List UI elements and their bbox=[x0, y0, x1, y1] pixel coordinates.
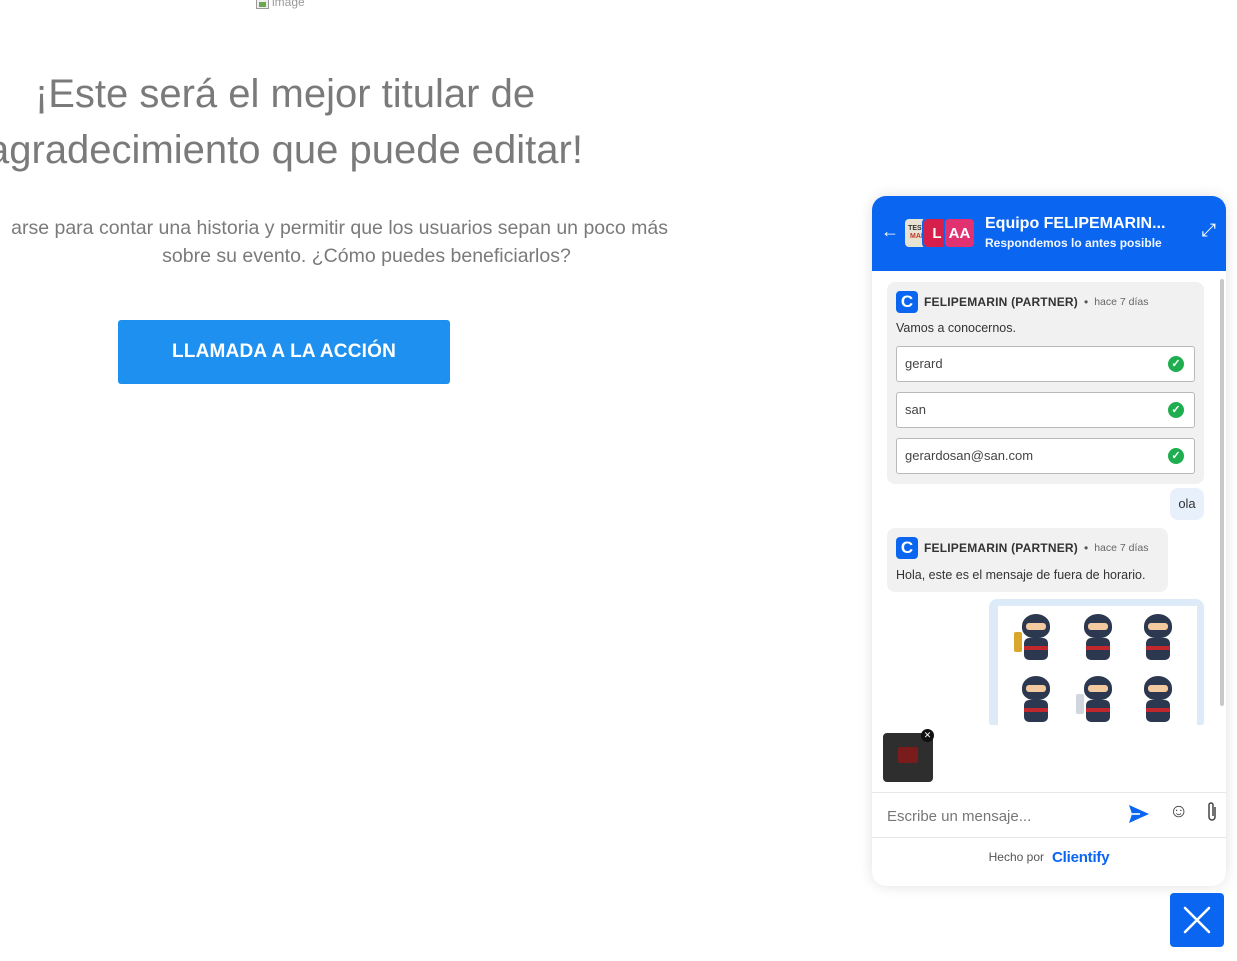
subtext-line-2: sobre su evento. ¿Cómo puedes beneficiar… bbox=[162, 245, 571, 267]
sender-name: FELIPEMARIN (PARTNER) bbox=[924, 295, 1078, 309]
arrow-left-icon[interactable]: ← bbox=[881, 221, 899, 242]
ninja-sticker bbox=[1014, 614, 1058, 666]
chat-subtitle: Respondemos lo antes posible bbox=[985, 236, 1162, 250]
chat-footer: Hecho por Clientify bbox=[872, 837, 1226, 876]
message-composer: ☺ bbox=[872, 792, 1226, 837]
expand-icon[interactable]: ⤢ bbox=[1202, 220, 1216, 241]
smiley-icon[interactable]: ☺ bbox=[1169, 801, 1188, 823]
message-sender: C FELIPEMARIN (PARTNER) • hace 7 días bbox=[896, 291, 1148, 313]
chat-header-text: Equipo FELIPEMARIN... Respondemos lo ant… bbox=[985, 215, 1165, 250]
message-time: hace 7 días bbox=[1094, 542, 1149, 554]
field-value: gerardosan@san.com bbox=[905, 448, 1034, 463]
message-text: Hola, este es el mensaje de fuera de hor… bbox=[896, 568, 1146, 582]
clientify-logo-icon: C bbox=[896, 537, 918, 559]
broken-image-alt: image bbox=[272, 0, 305, 9]
message-list-scrollbar[interactable] bbox=[1220, 279, 1224, 706]
ninja-sticker bbox=[1076, 676, 1120, 725]
chat-header: ← TESTI MAR L AA Equipo FELIPEMARIN... R… bbox=[872, 196, 1226, 271]
subtext-line-1: arse para contar una historia y permitir… bbox=[11, 217, 668, 239]
call-to-action-button[interactable]: LLAMADA A LA ACCIÓN bbox=[118, 320, 450, 384]
message-text: Vamos a conocernos. bbox=[896, 321, 1016, 335]
ninja-sticker bbox=[1136, 614, 1180, 666]
check-circle-icon: ✓ bbox=[1168, 402, 1184, 418]
form-field-email[interactable]: gerardosan@san.com ✓ bbox=[896, 438, 1195, 474]
page-headline: ¡Este será el mejor titular de agradecim… bbox=[0, 72, 583, 172]
send-icon[interactable] bbox=[1127, 800, 1151, 828]
ninja-sticker bbox=[1136, 676, 1180, 725]
agent-message: C FELIPEMARIN (PARTNER) • hace 7 días Ho… bbox=[887, 528, 1168, 592]
clientify-logo-icon: C bbox=[896, 291, 918, 313]
chat-widget: ← TESTI MAR L AA Equipo FELIPEMARIN... R… bbox=[872, 196, 1226, 886]
chat-title: Equipo FELIPEMARIN... bbox=[985, 215, 1166, 232]
avatar: AA bbox=[943, 217, 976, 249]
message-list[interactable]: C FELIPEMARIN (PARTNER) • hace 7 días Va… bbox=[872, 271, 1226, 725]
form-field-last-name[interactable]: san ✓ bbox=[896, 392, 1195, 428]
ninja-sticker bbox=[1014, 676, 1058, 725]
close-chat-button[interactable] bbox=[1170, 893, 1224, 947]
clientify-brand-link[interactable]: Clientify bbox=[1052, 849, 1110, 866]
message-time: hace 7 días bbox=[1094, 296, 1149, 308]
made-by-label: Hecho por bbox=[988, 850, 1044, 864]
agent-message: C FELIPEMARIN (PARTNER) • hace 7 días Va… bbox=[887, 282, 1204, 484]
close-icon bbox=[1183, 906, 1211, 934]
user-message: ola bbox=[1170, 488, 1204, 520]
separator: • bbox=[1083, 295, 1089, 309]
field-value: gerard bbox=[905, 356, 943, 371]
user-image-message[interactable] bbox=[989, 599, 1204, 725]
message-input[interactable] bbox=[885, 801, 1119, 831]
ninja-sticker bbox=[1076, 614, 1120, 666]
page-subtext: arse para contar una historia y permitir… bbox=[0, 214, 668, 270]
check-circle-icon: ✓ bbox=[1168, 448, 1184, 464]
check-circle-icon: ✓ bbox=[1168, 356, 1184, 372]
broken-image: image bbox=[256, 0, 316, 12]
paperclip-icon[interactable] bbox=[1205, 801, 1219, 823]
remove-attachment-icon[interactable]: ✕ bbox=[921, 729, 934, 742]
ninja-stickers-image bbox=[998, 606, 1197, 725]
sender-name: FELIPEMARIN (PARTNER) bbox=[924, 541, 1078, 555]
message-sender: C FELIPEMARIN (PARTNER) • hace 7 días bbox=[896, 537, 1148, 559]
field-value: san bbox=[905, 402, 926, 417]
broken-image-icon bbox=[256, 0, 269, 9]
separator: • bbox=[1083, 541, 1089, 555]
form-field-first-name[interactable]: gerard ✓ bbox=[896, 346, 1195, 382]
